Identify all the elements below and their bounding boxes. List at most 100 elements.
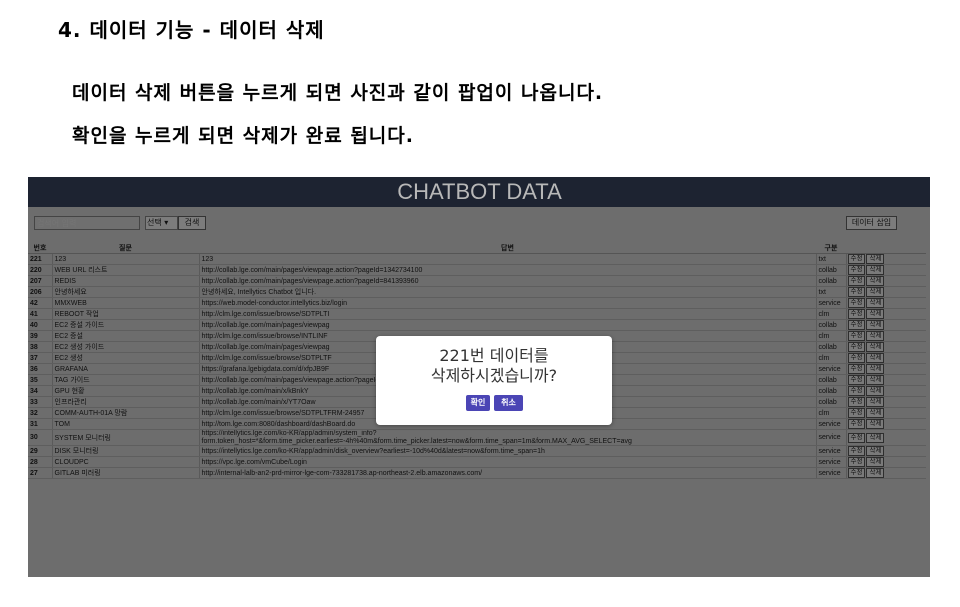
edit-button[interactable]: 수정 <box>847 375 866 385</box>
edit-button[interactable]: 수정 <box>847 468 866 478</box>
search-button[interactable]: 검색 <box>178 216 206 230</box>
row-id: 36 <box>28 363 52 375</box>
row-question: MMXWEB <box>51 297 199 309</box>
delete-button[interactable]: 삭제 <box>866 432 885 443</box>
delete-button[interactable]: 삭제 <box>866 265 885 275</box>
row-actions: 수정 삭제 <box>845 319 926 331</box>
row-type: txt <box>815 286 846 298</box>
row-question: EC2 증설 가이드 <box>51 319 199 331</box>
delete-button[interactable]: 삭제 <box>866 419 885 429</box>
table-row: 27 GITLAB 미러링 http://internal-lalb-an2-prd… <box>28 467 926 479</box>
row-type: txt <box>815 253 846 265</box>
row-type: clm <box>815 352 846 364</box>
delete-button[interactable]: 삭제 <box>866 276 885 286</box>
row-id: 29 <box>28 445 52 457</box>
row-actions: 수정 삭제 <box>845 396 926 408</box>
edit-button[interactable]: 수정 <box>847 432 866 443</box>
edit-button[interactable]: 수정 <box>847 457 866 467</box>
row-type: collab <box>815 374 846 386</box>
row-actions: 수정 삭제 <box>845 385 926 397</box>
row-answer: 안녕하세요, Intellytics Chatbot 입니다. <box>198 286 816 298</box>
row-id: 42 <box>28 297 52 309</box>
edit-button[interactable]: 수정 <box>847 276 866 286</box>
delete-button[interactable]: 삭제 <box>866 408 885 418</box>
edit-button[interactable]: 수정 <box>847 298 866 308</box>
row-question: 123 <box>51 253 199 265</box>
row-id: 33 <box>28 396 52 408</box>
edit-button[interactable]: 수정 <box>847 331 866 341</box>
edit-button[interactable]: 수정 <box>847 419 866 429</box>
row-question: REDIS <box>51 275 199 287</box>
delete-button[interactable]: 삭제 <box>866 298 885 308</box>
category-select[interactable]: 선택 ▾ <box>145 216 178 230</box>
row-actions: 수정 삭제 <box>845 352 926 364</box>
insert-data-button[interactable]: 데이터 삽입 <box>846 216 897 230</box>
row-question: CLOUDPC <box>51 456 199 468</box>
row-actions: 수정 삭제 <box>845 445 926 457</box>
delete-button[interactable]: 삭제 <box>866 320 885 330</box>
confirm-button[interactable]: 확인 <box>466 395 490 411</box>
row-id: 32 <box>28 407 52 419</box>
row-question: 안녕하세요 <box>51 286 199 298</box>
delete-button[interactable]: 삭제 <box>866 386 885 396</box>
delete-button[interactable]: 삭제 <box>866 309 885 319</box>
row-type: collab <box>815 341 846 353</box>
edit-button[interactable]: 수정 <box>847 397 866 407</box>
doc-description-line-2: 확인을 누르게 되면 삭제가 완료 됩니다. <box>72 125 414 147</box>
row-type: service <box>815 429 846 446</box>
edit-button[interactable]: 수정 <box>847 254 866 264</box>
edit-button[interactable]: 수정 <box>847 320 866 330</box>
delete-button[interactable]: 삭제 <box>866 364 885 374</box>
row-actions: 수정 삭제 <box>845 330 926 342</box>
delete-button[interactable]: 삭제 <box>866 457 885 467</box>
row-id: 207 <box>28 275 52 287</box>
search-input[interactable] <box>34 216 140 230</box>
dialog-message-line-2: 삭제하시겠습니까? <box>430 366 558 385</box>
row-actions: 수정 삭제 <box>845 429 926 446</box>
dialog-message-line-1: 221번 데이터를 <box>439 346 549 365</box>
edit-button[interactable]: 수정 <box>847 287 866 297</box>
doc-description-line-1: 데이터 삭제 버튼을 누르게 되면 사진과 같이 팝업이 나옵니다. <box>72 82 604 104</box>
row-type: collab <box>815 385 846 397</box>
edit-button[interactable]: 수정 <box>847 309 866 319</box>
delete-button[interactable]: 삭제 <box>866 287 885 297</box>
row-answer: https://intellytics.lge.com/ko-KR/app/ad… <box>198 445 816 457</box>
edit-button[interactable]: 수정 <box>847 386 866 396</box>
row-answer: https://vpc.lge.com/vmCube/Login <box>198 456 816 468</box>
row-question: COMM-AUTH-01A 망람 <box>51 407 199 419</box>
row-id: 35 <box>28 374 52 386</box>
row-answer: https://web.model-conductor.intellytics.… <box>198 297 816 309</box>
row-actions: 수정 삭제 <box>845 253 926 265</box>
app-screenshot: CHATBOT DATA 선택 ▾ 검색 데이터 삽입 번호 질문 답변 구분 … <box>28 177 930 577</box>
delete-button[interactable]: 삭제 <box>866 342 885 352</box>
edit-button[interactable]: 수정 <box>847 342 866 352</box>
row-id: 39 <box>28 330 52 342</box>
row-answer: http://collab.lge.com/main/pages/viewpag <box>198 319 816 331</box>
edit-button[interactable]: 수정 <box>847 446 866 456</box>
table-row: 42 MMXWEB https://web.model-conductor.inte… <box>28 297 926 309</box>
delete-button[interactable]: 삭제 <box>866 446 885 456</box>
delete-button[interactable]: 삭제 <box>866 331 885 341</box>
delete-button[interactable]: 삭제 <box>866 353 885 363</box>
row-answer: 123 <box>198 253 816 265</box>
row-actions: 수정 삭제 <box>845 297 926 309</box>
delete-button[interactable]: 삭제 <box>866 468 885 478</box>
row-id: 38 <box>28 341 52 353</box>
delete-button[interactable]: 삭제 <box>866 254 885 264</box>
row-actions: 수정 삭제 <box>845 286 926 298</box>
app-title: CHATBOT DATA <box>28 177 930 207</box>
edit-button[interactable]: 수정 <box>847 364 866 374</box>
edit-button[interactable]: 수정 <box>847 265 866 275</box>
row-answer-line-1: https://intellytics.lge.com/ko-KR/app/ad… <box>201 430 377 437</box>
row-id: 41 <box>28 308 52 320</box>
row-actions: 수정 삭제 <box>845 418 926 430</box>
column-header-answer: 답변 <box>199 243 816 254</box>
doc-heading: 4. 데이터 기능 - 데이터 삭제 <box>58 18 325 42</box>
row-actions: 수정 삭제 <box>845 456 926 468</box>
edit-button[interactable]: 수정 <box>847 408 866 418</box>
delete-button[interactable]: 삭제 <box>866 397 885 407</box>
delete-button[interactable]: 삭제 <box>866 375 885 385</box>
cancel-button[interactable]: 취소 <box>494 395 523 411</box>
table-row: 207 REDIS http://collab.lge.com/main/pages… <box>28 275 926 287</box>
edit-button[interactable]: 수정 <box>847 353 866 363</box>
